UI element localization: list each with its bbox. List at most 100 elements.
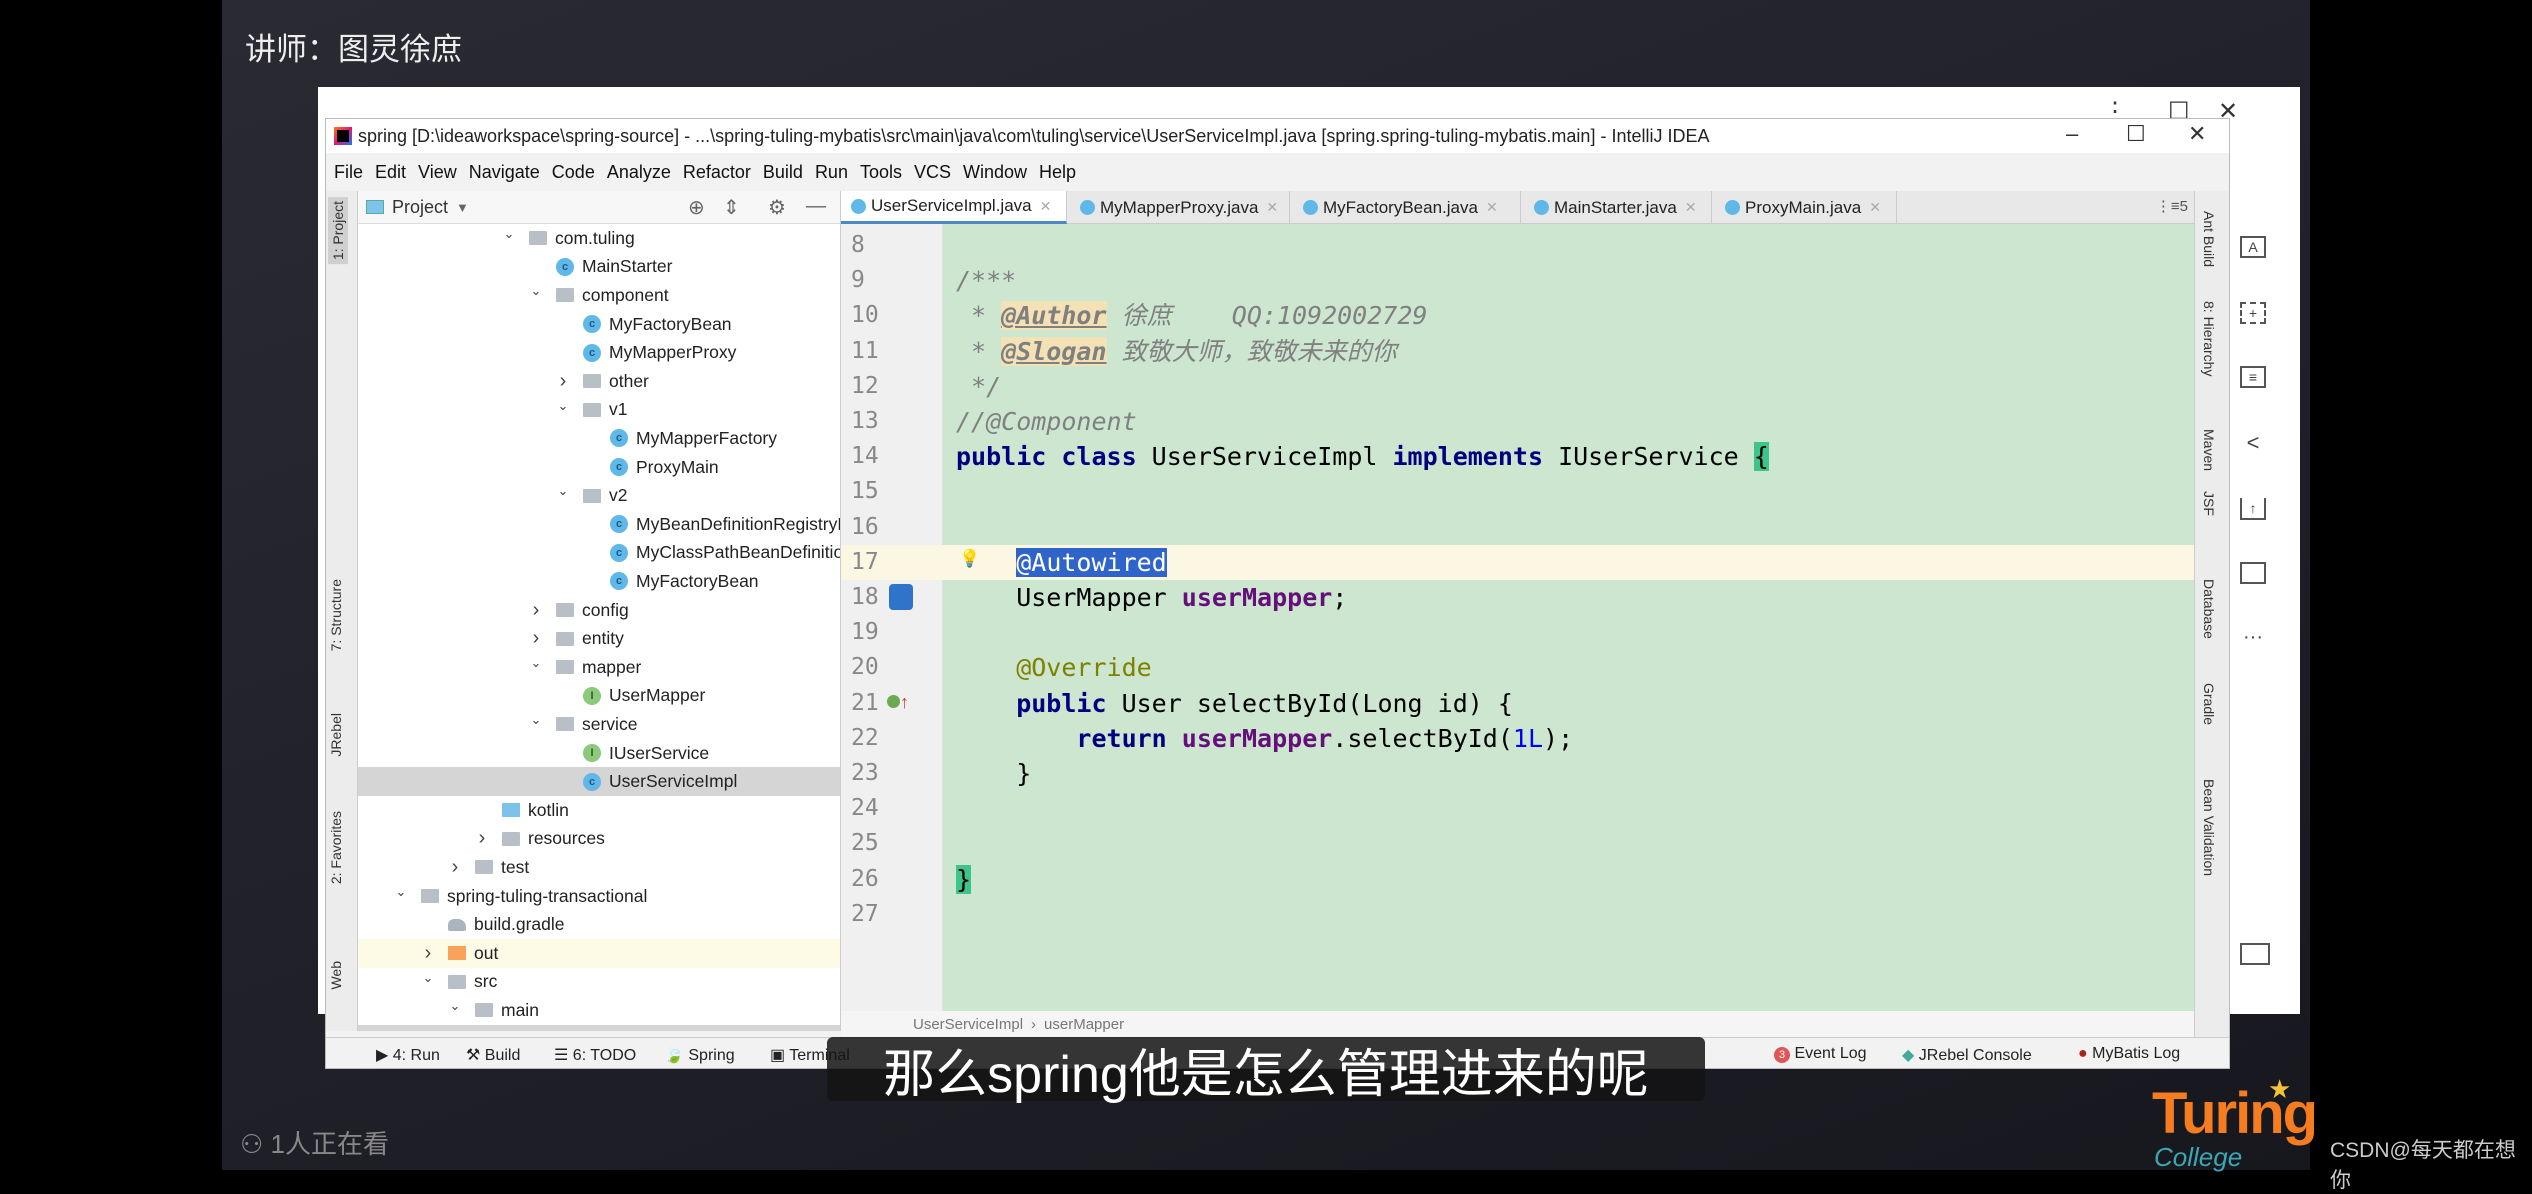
chevron-right-icon[interactable]: › [528,599,544,622]
tool-favorites[interactable]: 2: Favorites [328,811,344,884]
tabs-overflow[interactable]: ⋮≡5 [2156,197,2188,215]
tool-hierarchy[interactable]: 8: Hierarchy [2201,301,2217,376]
chevron-down-icon[interactable]: ⌄ [501,226,517,242]
export-icon[interactable]: ↑ [2240,498,2266,520]
tree-item[interactable]: c MyMapperProxy [358,338,840,367]
tree-item[interactable]: I IUserService [358,739,840,768]
tool-jrebel[interactable]: JRebel [328,713,344,757]
tree-item[interactable]: ⌄ v2 [358,481,840,510]
tree-item[interactable]: c MyFactoryBean [358,310,840,339]
tree-item[interactable]: c MyMapperFactory [358,424,840,453]
menu-code[interactable]: Code [552,162,595,183]
minimize-button[interactable]: – [2066,121,2078,147]
tree-item[interactable]: ⌄ service [358,710,840,739]
tool-gradle[interactable]: Gradle [2201,683,2217,725]
chevron-down-icon[interactable]: ⌄ [528,712,544,728]
tree-item[interactable]: ⌄ src [358,968,840,997]
tree-item[interactable]: c MyFactoryBean [358,567,840,596]
menu-navigate[interactable]: Navigate [469,162,540,183]
tool-todo[interactable]: ☰ 6: TODO [554,1045,636,1065]
code-editor[interactable]: 8 9 10 11 12 13 14 15 16 17 18 19 20 21 22 23 24 25 26 27 ↑ … [841,224,2196,1011]
tree-item[interactable]: c MyBeanDefinitionRegistryP [358,510,840,539]
close-button[interactable]: ✕ [2188,121,2206,147]
chevron-right-icon[interactable]: › [555,370,571,393]
share-icon[interactable]: < [2240,430,2266,455]
tree-item[interactable]: › resources [358,825,840,854]
tree-item[interactable]: › other [358,367,840,396]
menu-run[interactable]: Run [815,162,848,183]
tool-event-log[interactable]: 3 Event Log [1774,1045,1867,1063]
chevron-right-icon[interactable]: › [528,627,544,650]
tree-item[interactable]: c MainStarter [358,253,840,282]
chevron-down-icon[interactable]: ⌄ [528,283,544,299]
chevron-down-icon[interactable]: ⌄ [420,970,436,986]
tool-jrebel-console[interactable]: ◆ JRebel Console [1902,1045,2032,1065]
chevron-down-icon[interactable]: ⌄ [528,655,544,671]
tool-project[interactable]: 1: Project [328,197,348,265]
tool-beanvalidation[interactable]: Bean Validation [2201,779,2217,876]
tree-item[interactable]: › config [358,596,840,625]
menu-file[interactable]: File [334,162,363,183]
tree-item[interactable]: c ProxyMain [358,453,840,482]
implements-method-icon[interactable]: ↑ [887,692,909,713]
menu-tools[interactable]: Tools [860,162,902,183]
hide-icon[interactable]: — [806,195,826,218]
menu-edit[interactable]: Edit [375,162,406,183]
chevron-right-icon[interactable]: › [447,856,463,879]
close-tab-icon[interactable]: ✕ [1040,198,1052,215]
chevron-right-icon[interactable]: › [474,827,490,850]
breadcrumb-item[interactable]: userMapper [1044,1016,1124,1033]
tool-structure[interactable]: 7: Structure [328,579,344,651]
menu-build[interactable]: Build [763,162,803,183]
chevron-down-icon[interactable]: ⌄ [447,998,463,1014]
close-tab-icon[interactable]: ✕ [1266,199,1278,216]
tab-myfactorybean[interactable]: MyFactoryBean.java ✕ [1293,191,1521,224]
tree-item[interactable]: c MyClassPathBeanDefinition [358,539,840,568]
tool-build[interactable]: ⚒ Build [466,1045,520,1065]
tab-proxymain[interactable]: ProxyMain.java ✕ [1715,191,1897,224]
chevron-down-icon[interactable]: ⌄ [555,483,571,499]
tree-item[interactable]: › entity [358,624,840,653]
menu-analyze[interactable]: Analyze [607,162,671,183]
tree-item[interactable]: build.gradle [358,910,840,939]
tool-database[interactable]: Database [2201,579,2217,639]
breadcrumb-item[interactable]: UserServiceImpl [913,1016,1023,1033]
comment-icon[interactable] [2240,562,2266,584]
tree-item[interactable]: ⌄ mapper [358,653,840,682]
add-selection-icon[interactable]: + [2240,302,2266,324]
tool-mybatis-log[interactable]: ● MyBatis Log [2078,1045,2180,1063]
close-tab-icon[interactable]: ✕ [1869,199,1881,216]
spring-bean-icon[interactable] [889,584,913,610]
text-recognize-icon[interactable]: A [2240,236,2266,258]
maximize-button[interactable]: ☐ [2126,121,2146,147]
chevron-right-icon[interactable]: › [420,942,436,965]
tree-item[interactable]: ⌄ main [358,996,840,1025]
menu-refactor[interactable]: Refactor [683,162,751,183]
tool-maven[interactable]: Maven [2201,429,2217,471]
tree-item[interactable]: ⌄ component [358,281,840,310]
tool-spring[interactable]: 🍃 Spring [664,1045,735,1065]
tool-run[interactable]: ▶ 4: Run [376,1045,440,1065]
tree-item[interactable]: › test [358,853,840,882]
tree-item[interactable]: ⌄ spring-tuling-transactional [358,882,840,911]
tree-item[interactable]: I UserMapper [358,682,840,711]
tool-jsf[interactable]: JSF [2201,491,2217,516]
tab-mainstarter[interactable]: MainStarter.java ✕ [1524,191,1712,224]
chevron-down-icon[interactable]: ⌄ [555,398,571,414]
locate-icon[interactable]: ⊕ [688,195,705,220]
tool-web[interactable]: Web [328,961,344,990]
tab-userserviceimpl[interactable]: UserServiceImpl.java ✕ [841,191,1067,224]
menu-help[interactable]: Help [1039,162,1076,183]
chevron-down-icon[interactable]: ⌄ [474,1027,490,1031]
project-view-selector[interactable]: Project [392,197,448,218]
more-icon[interactable]: ··· [2240,626,2266,648]
tree-item[interactable]: ⌄ v1 [358,396,840,425]
menu-view[interactable]: View [418,162,457,183]
menu-vcs[interactable]: VCS [914,162,951,183]
close-tab-icon[interactable]: ✕ [1486,199,1498,216]
tree-item[interactable]: › out [358,939,840,968]
tree-item[interactable]: ⌄ java [358,1024,840,1031]
tree-item[interactable]: c UserServiceImpl [358,767,840,796]
tree-item[interactable]: kotlin [358,796,840,825]
notes-icon[interactable]: ≡ [2240,366,2266,388]
